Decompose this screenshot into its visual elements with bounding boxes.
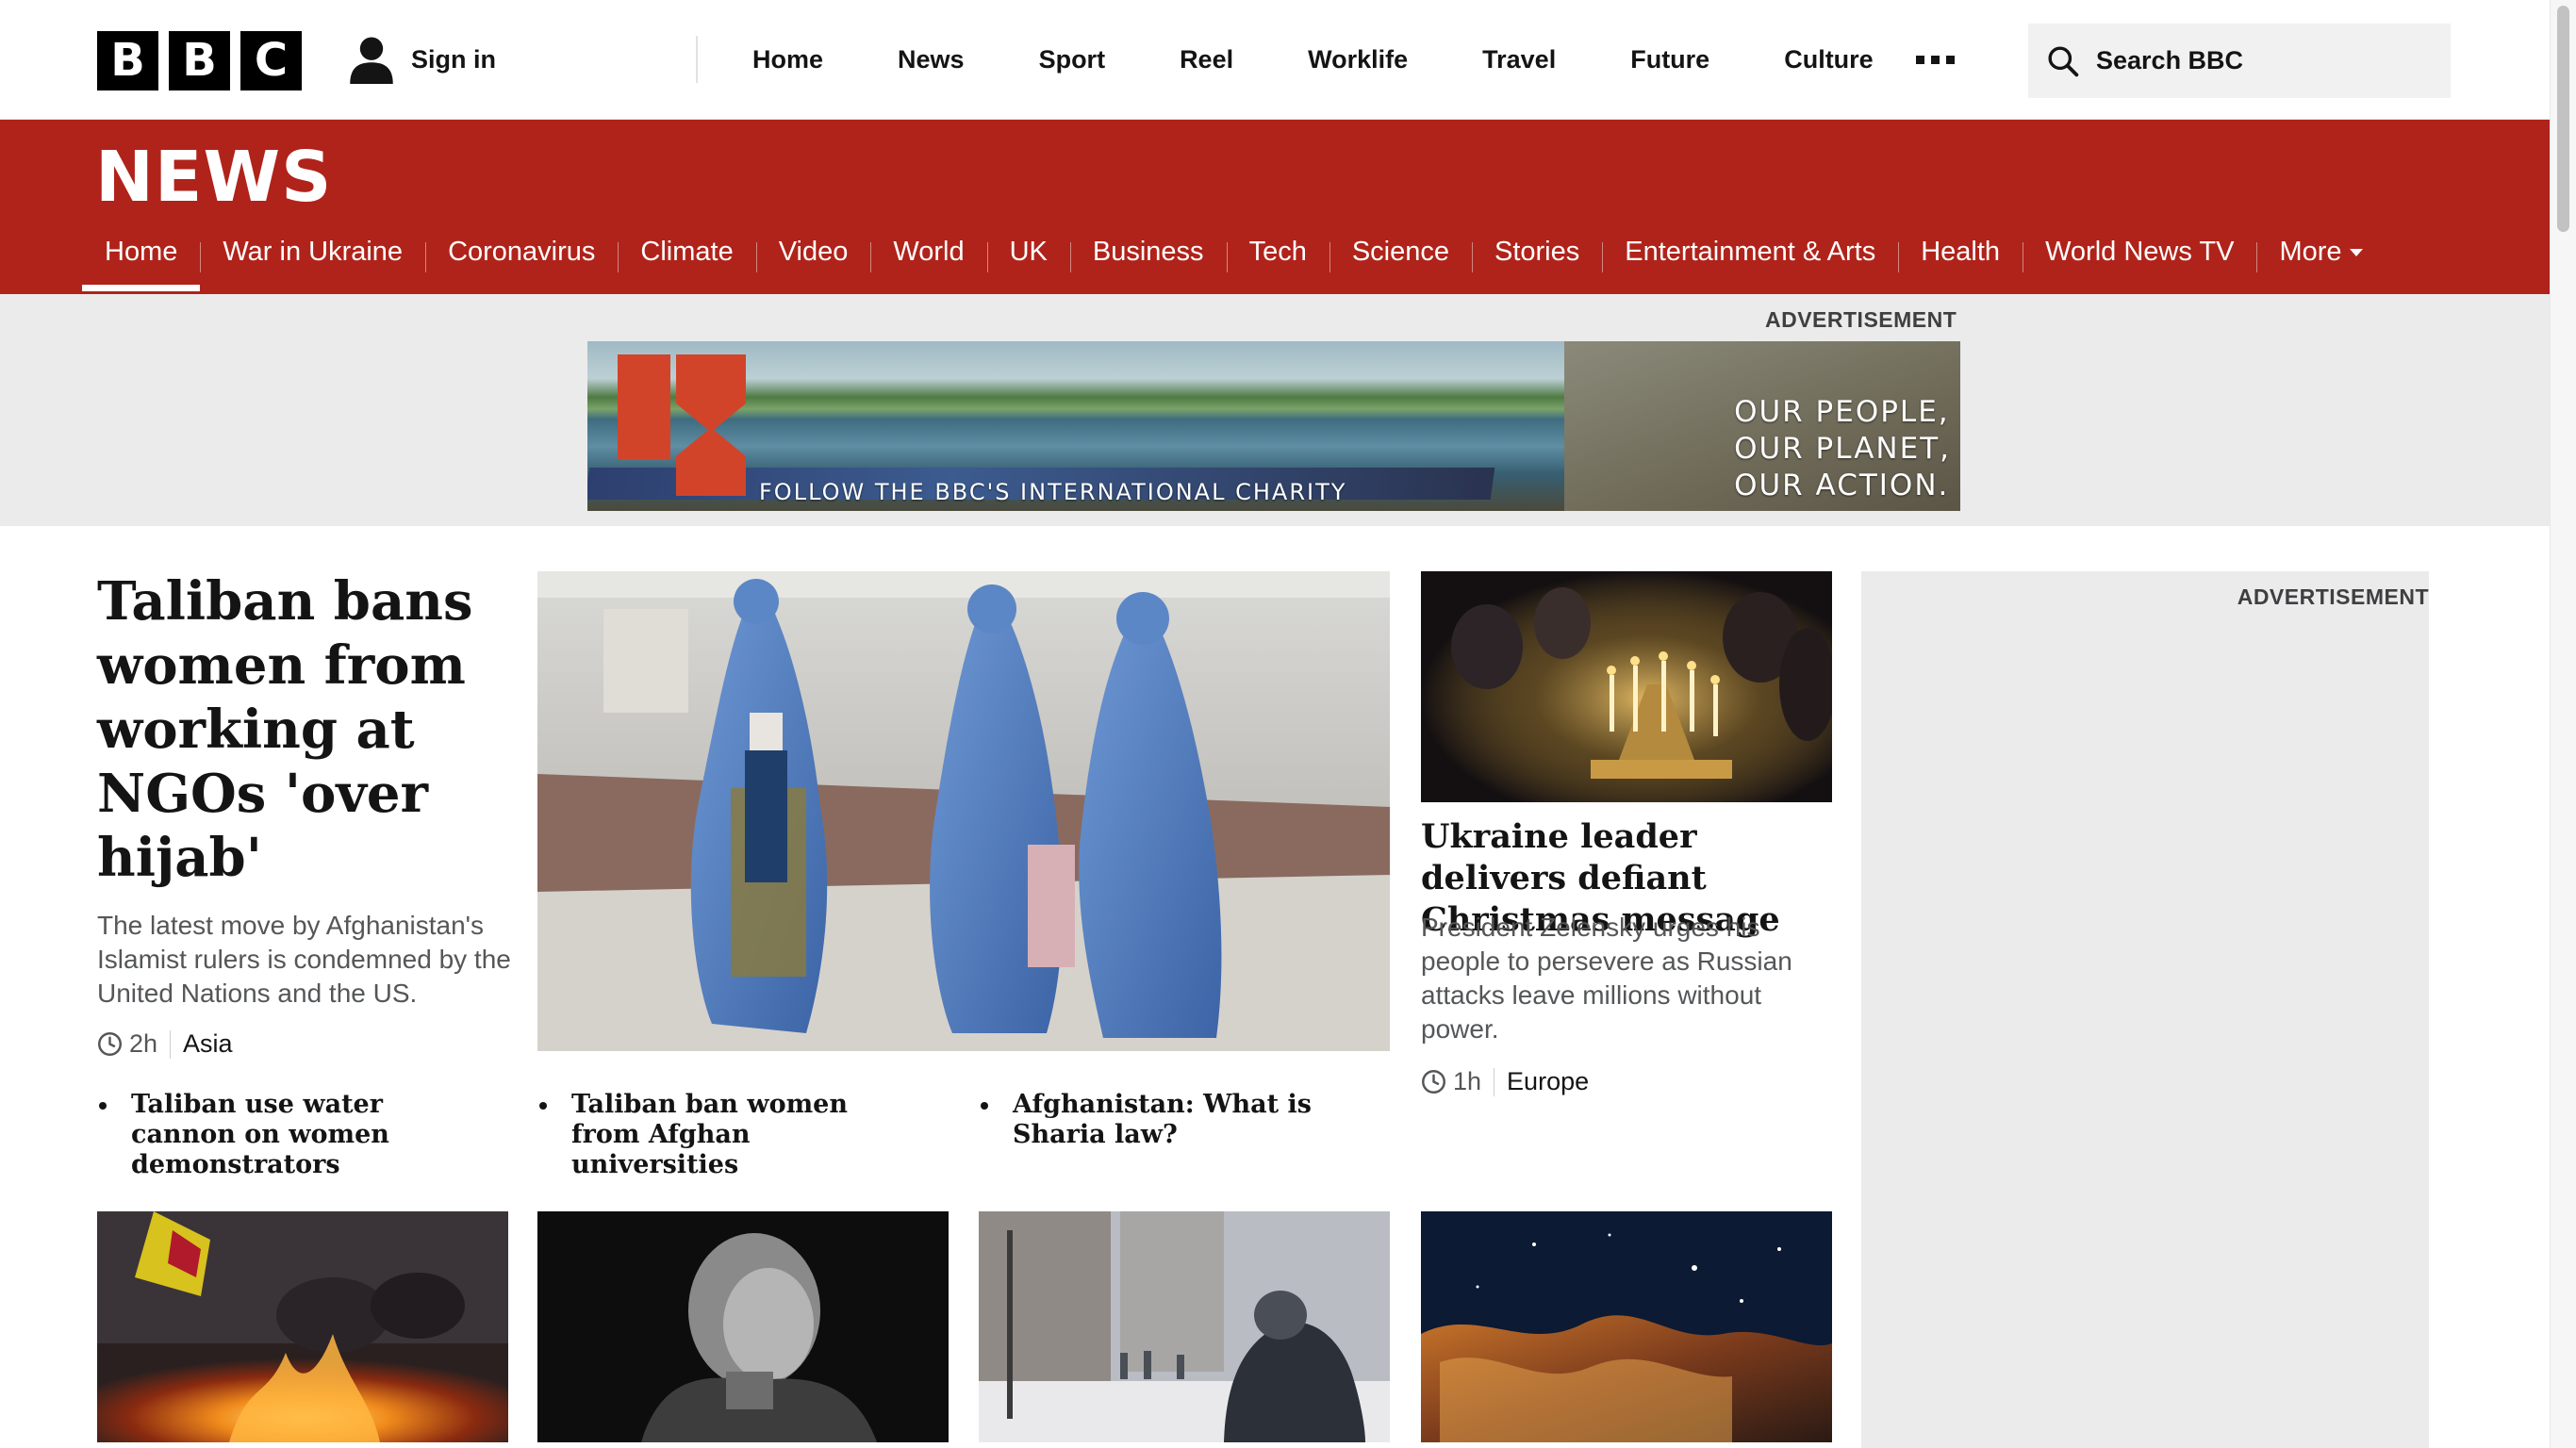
clock-icon [1422,1070,1445,1094]
top-advert-area: ADVERTISEMENT FOLLOW THE BBC'S INTERNATI… [0,294,2550,526]
protest-fire-photo [97,1211,508,1442]
news-header: NEWS Home War in Ukraine Coronavirus Cli… [0,120,2550,294]
news-nav-video[interactable]: Video [755,239,871,291]
story-thumbnail-musician[interactable] [537,1211,949,1442]
news-wordmark[interactable]: NEWS [95,137,332,218]
lead-story-summary: The latest move by Afghanistan's Islamis… [97,911,511,1008]
charity-logo-icon [618,354,746,496]
secondary-story-time: 1h [1453,1067,1482,1095]
secondary-story-category[interactable]: Europe [1507,1067,1589,1096]
top-nav-news[interactable]: News [860,45,1001,74]
lead-story-meta: 2h Asia [97,1029,233,1059]
snowy-street-photo [979,1211,1390,1442]
charity-advert-banner[interactable]: FOLLOW THE BBC'S INTERNATIONAL CHARITY O… [587,341,1960,511]
top-nav-worklife[interactable]: Worklife [1270,45,1445,74]
scrollbar-thumb[interactable] [2557,6,2569,232]
top-nav-sport[interactable]: Sport [1001,45,1143,74]
clock-icon [98,1032,122,1056]
bbc-top-bar: B B C Sign in Home News Sport Reel Workl… [0,0,2550,120]
advertisement-label: ADVERTISEMENT [2237,584,2429,609]
related-link[interactable]: Taliban use water cannon on women demons… [97,1090,474,1180]
search-icon [2048,45,2079,76]
news-nav-business[interactable]: Business [1069,239,1227,291]
advert-follow-text: FOLLOW THE BBC'S INTERNATIONAL CHARITY [759,479,1347,505]
story-thumbnail-protest[interactable] [97,1211,508,1442]
story-thumbnail-space[interactable] [1421,1211,1832,1442]
news-nav-war-in-ukraine[interactable]: War in Ukraine [200,239,425,291]
logo-letter-b2: B [169,31,230,90]
advertisement-label: ADVERTISEMENT [1765,307,1957,332]
news-nav-more-label: More [2279,237,2342,267]
news-nav-entertainment-arts[interactable]: Entertainment & Arts [1602,239,1898,291]
user-icon [350,37,393,84]
musician-portrait-photo [537,1211,949,1442]
bbc-logo[interactable]: B B C [97,31,302,90]
lead-story-category[interactable]: Asia [183,1029,233,1059]
chevron-down-icon [2349,249,2363,257]
advert-slogan-line: OUR PEOPLE, [1734,395,1950,429]
top-nav-future[interactable]: Future [1593,45,1746,74]
news-nav: Home War in Ukraine Coronavirus Climate … [82,239,2386,291]
news-nav-science[interactable]: Science [1329,239,1472,291]
news-nav-home[interactable]: Home [82,239,201,291]
story-thumbnail-snow[interactable] [979,1211,1390,1442]
secondary-story-meta: 1h Europe [1421,1067,1589,1096]
secondary-story-summary: President Zelensky urges his people to p… [1421,913,1792,1044]
news-nav-world[interactable]: World [870,239,986,291]
advert-slogan: OUR PEOPLE, OUR PLANET, OUR ACTION. [1734,394,1951,504]
bbc-top-nav: Home News Sport Reel Worklife Travel Fut… [696,0,1955,120]
news-nav-tech[interactable]: Tech [1226,239,1329,291]
news-nav-climate[interactable]: Climate [618,239,755,291]
news-nav-health[interactable]: Health [1898,239,2023,291]
logo-letter-c: C [240,31,302,90]
lead-story-headline[interactable]: Taliban bans women from working at NGOs … [97,569,512,890]
side-advert-area: ADVERTISEMENT [1861,571,2429,1448]
news-nav-coronavirus[interactable]: Coronavirus [425,239,618,291]
more-menu-icon[interactable] [1915,56,1955,64]
advert-slogan-line: OUR ACTION. [1734,469,1950,502]
search-placeholder: Search BBC [2096,46,2244,74]
meta-divider [170,1029,172,1059]
news-nav-more[interactable]: More [2256,239,2385,291]
related-link[interactable]: Afghanistan: What is Sharia law? [979,1090,1356,1150]
top-nav-home[interactable]: Home [696,45,860,74]
space-nebula-photo [1421,1211,1832,1442]
church-candles-photo [1421,571,1832,802]
lead-story-image[interactable] [537,571,1390,1051]
search-input[interactable]: Search BBC [2028,24,2451,98]
sign-in-button[interactable]: Sign in [347,35,496,84]
news-nav-uk[interactable]: UK [986,239,1070,291]
secondary-story-image[interactable] [1421,571,1832,802]
top-nav-culture[interactable]: Culture [1746,45,1910,74]
advert-slogan-line: OUR PLANET, [1734,432,1951,466]
related-link[interactable]: Taliban ban women from Afghan universiti… [537,1090,915,1180]
top-nav-reel[interactable]: Reel [1142,45,1270,74]
lead-story-time: 2h [129,1029,158,1058]
burqa-women-photo [537,571,1390,1051]
logo-letter-b1: B [97,31,158,90]
news-nav-stories[interactable]: Stories [1472,239,1602,291]
top-nav-travel[interactable]: Travel [1445,45,1593,74]
page-scrollbar[interactable] [2550,0,2576,1448]
news-nav-world-news-tv[interactable]: World News TV [2023,239,2256,291]
sign-in-label: Sign in [411,44,496,74]
